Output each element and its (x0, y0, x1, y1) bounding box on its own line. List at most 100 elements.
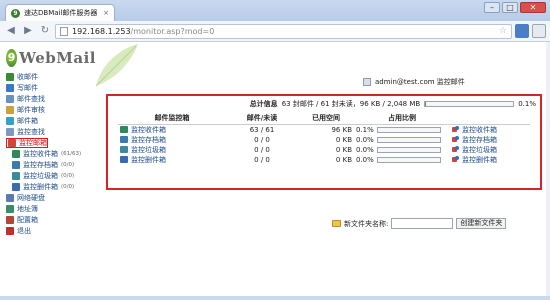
usage-bar (376, 126, 441, 133)
window-controls: – □ ✕ (484, 2, 546, 13)
sidebar-item-compose[interactable]: 写邮件 (6, 83, 94, 93)
table-header-row: 邮件监控箱 邮件/未读 已用空间 占用比例 (118, 113, 530, 125)
sidebar-item-label: 邮件审核 (17, 106, 45, 114)
folder-icon (12, 150, 20, 158)
mailbox-link[interactable]: 监控删件箱 (131, 155, 166, 165)
summary-percent: 0.1% (518, 100, 536, 108)
manage-mailbox-link[interactable]: 监控垃圾箱 (462, 145, 497, 155)
sidebar-item-label: 监控垃圾箱 (23, 172, 58, 180)
usage-bar (376, 156, 441, 163)
sidebar-item-label: 邮件查找 (17, 95, 45, 103)
address-bar[interactable]: 192.168.1.253/monitor.asp?mod=0 ☆ (55, 23, 512, 39)
sidebar-item-monitor-mailbox[interactable]: 监控邮箱 (6, 138, 48, 148)
table-row: 监控删件箱 0 / 0 0 KB 0.0% 监控删件箱 (118, 155, 530, 165)
manage-mailbox-icon (452, 136, 460, 143)
folder-icon (120, 156, 128, 163)
mailbox-icon (6, 117, 14, 125)
browser-tab[interactable]: 9 速达DBMail邮件服务器 - V × (5, 4, 115, 21)
sidebar-item-label: 收邮件 (17, 73, 38, 81)
sidebar-subitem-monitor-junk[interactable]: 监控垃圾箱 (0/0) (6, 171, 94, 181)
tab-title: 速达DBMail邮件服务器 - V (24, 9, 99, 17)
leaf-decoration-icon (95, 44, 138, 87)
usage-percent: 0.1% (356, 125, 374, 134)
search-icon (6, 95, 14, 103)
config-icon (6, 216, 14, 224)
tab-close-icon[interactable]: × (103, 9, 109, 17)
manage-mailbox-link[interactable]: 监控删件箱 (462, 155, 497, 165)
sidebar-item-exit[interactable]: 退出 (6, 226, 94, 236)
sidebar-item-label: 退出 (17, 227, 31, 235)
url-path: /monitor.asp?mod=0 (130, 26, 215, 36)
sidebar-item-network-disk[interactable]: 网络硬盘 (6, 193, 94, 203)
cell-mailbox: 监控存档箱 (118, 135, 226, 145)
reload-button[interactable]: ↻ (38, 24, 52, 38)
new-folder-input[interactable] (391, 218, 454, 229)
sidebar-subitem-monitor-archive[interactable]: 监控存档箱 (0/0) (6, 160, 94, 170)
maximize-button[interactable]: □ (502, 2, 518, 13)
sidebar-item-count: (61/63) (61, 151, 82, 157)
cell-counts: 0 / 0 (254, 145, 270, 154)
user-icon (363, 78, 371, 86)
sidebar-item-label: 地址簿 (17, 205, 38, 213)
usage-bar (376, 146, 441, 153)
sidebar-item-mailbox[interactable]: 邮件箱 (6, 116, 94, 126)
manage-mailbox-icon (452, 126, 460, 133)
cell-action: 监控存档箱 (450, 135, 530, 145)
manage-mailbox-link[interactable]: 监控收件箱 (462, 125, 497, 135)
exit-icon (6, 227, 14, 235)
sidebar-item-inbox[interactable]: 收邮件 (6, 72, 94, 82)
folder-icon (120, 126, 128, 133)
back-button[interactable]: ◀ (4, 24, 18, 38)
mailbox-link[interactable]: 监控垃圾箱 (131, 145, 166, 155)
new-folder-form: 新文件夹名称: 创建新文件夹 (332, 218, 507, 229)
sidebar-subitem-monitor-deleted[interactable]: 监控删件箱 (0/0) (6, 182, 94, 192)
folder-icon (12, 161, 20, 169)
sidebar-item-mail-search[interactable]: 邮件查找 (6, 94, 94, 104)
sidebar-item-label: 监控查找 (17, 128, 45, 136)
scrollbar[interactable] (546, 42, 550, 296)
cell-action: 监控删件箱 (450, 155, 530, 165)
manage-mailbox-link[interactable]: 监控存档箱 (462, 135, 497, 145)
header-usage: 占用比例 (354, 113, 450, 125)
usage-bar (376, 136, 441, 143)
sidebar-item-address-book[interactable]: 地址簿 (6, 204, 94, 214)
bookmark-star-icon[interactable]: ☆ (499, 26, 507, 36)
usage-percent: 0.0% (356, 135, 374, 144)
sidebar-item-config[interactable]: 配置箱 (6, 215, 94, 225)
cell-mailbox: 监控收件箱 (118, 124, 226, 135)
mailbox-link[interactable]: 监控收件箱 (131, 125, 166, 135)
table-row: 监控垃圾箱 0 / 0 0 KB 0.0% 监控垃圾箱 (118, 145, 530, 155)
summary-label: 总计信息 (249, 100, 278, 108)
sidebar-item-count: (0/0) (61, 173, 75, 179)
page-content: 9 WebMail admin@test.com 监控邮件 收邮件 写邮件 邮件… (0, 42, 546, 296)
create-folder-button[interactable]: 创建新文件夹 (456, 218, 507, 229)
minimize-button[interactable]: – (484, 2, 500, 13)
sidebar-item-label: 监控存档箱 (23, 161, 58, 169)
monitor-search-icon (6, 128, 14, 136)
sidebar-item-label: 网络硬盘 (17, 194, 45, 202)
mailbox-link[interactable]: 监控存档箱 (131, 135, 166, 145)
manage-mailbox-icon (452, 146, 460, 153)
table-row: 监控收件箱 63 / 61 96 KB 0.1% 监控收件箱 (118, 124, 530, 135)
sidebar-item-label: 监控邮箱 (19, 139, 47, 147)
close-window-button[interactable]: ✕ (520, 2, 546, 13)
forward-button[interactable]: ▶ (21, 24, 35, 38)
sidebar-subitem-monitor-inbox[interactable]: 监控收件箱 (61/63) (6, 149, 94, 159)
browser-tab-bar: 9 速达DBMail邮件服务器 - V × – □ ✕ (0, 0, 550, 21)
user-line-text: admin@test.com 监控邮件 (375, 78, 465, 86)
header-mailbox: 邮件监控箱 (118, 113, 226, 125)
sidebar-item-mail-audit[interactable]: 邮件审核 (6, 105, 94, 115)
new-folder-label: 新文件夹名称: (344, 219, 389, 228)
cell-space: 0 KB (335, 145, 352, 154)
logo-text: WebMail (19, 49, 96, 67)
monitor-panel: 总计信息 63 封邮件 / 61 封未读，96 KB / 2,048 MB 0.… (106, 94, 542, 229)
tools-menu-icon[interactable] (532, 24, 546, 38)
page-menu-icon[interactable] (515, 24, 529, 38)
audit-icon (6, 106, 14, 114)
header-action (450, 113, 530, 125)
cell-usage: 0.0% (354, 145, 450, 155)
browser-toolbar: ◀ ▶ ↻ 192.168.1.253/monitor.asp?mod=0 ☆ (0, 21, 550, 42)
cell-action: 监控垃圾箱 (450, 145, 530, 155)
sidebar-item-monitor-search[interactable]: 监控查找 (6, 127, 94, 137)
cell-space: 96 KB (331, 125, 352, 134)
